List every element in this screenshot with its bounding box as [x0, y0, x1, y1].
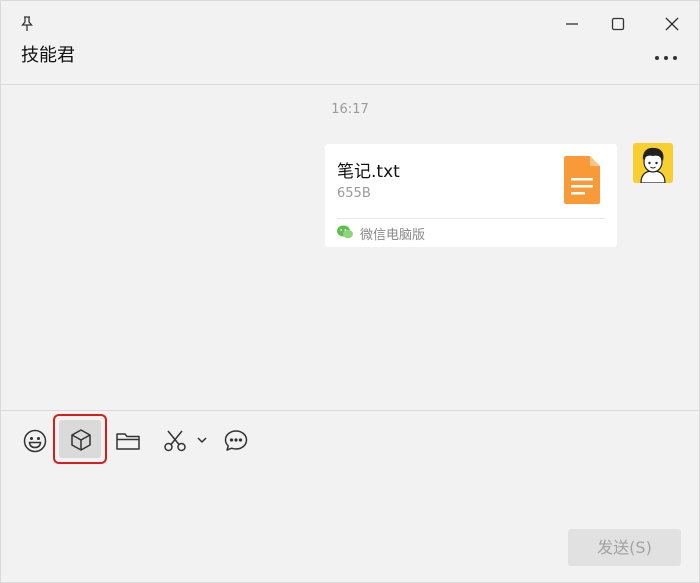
card-divider: [337, 218, 605, 219]
chat-history-icon[interactable]: [222, 427, 250, 455]
pin-icon[interactable]: [18, 15, 36, 33]
minimize-icon[interactable]: [561, 13, 583, 35]
avatar[interactable]: [633, 143, 673, 183]
message-timestamp: 16:17: [331, 102, 369, 117]
chat-window: 技能君 16:17 笔记.txt 655B 微信电脑版 发送(S): [0, 0, 700, 583]
more-icon[interactable]: [653, 51, 679, 65]
file-message-card[interactable]: 笔记.txt 655B 微信电脑版: [325, 144, 617, 247]
screenshot-icon[interactable]: [161, 427, 189, 455]
folder-icon[interactable]: [114, 427, 142, 455]
message-input[interactable]: [1, 471, 699, 521]
send-button[interactable]: 发送(S): [568, 529, 681, 566]
favorites-icon[interactable]: [67, 426, 95, 454]
maximize-icon[interactable]: [607, 13, 629, 35]
text-file-icon: [564, 156, 600, 204]
file-source: 微信电脑版: [360, 228, 426, 243]
chat-header: 技能君: [1, 1, 699, 85]
message-list: 16:17 笔记.txt 655B 微信电脑版: [1, 86, 699, 410]
close-icon[interactable]: [661, 13, 683, 35]
wechat-icon: [337, 225, 353, 239]
file-size: 655B: [337, 186, 371, 201]
chevron-down-icon[interactable]: [195, 433, 209, 447]
compose-toolbar: [1, 411, 699, 471]
emoji-icon[interactable]: [21, 427, 49, 455]
page-title: 技能君: [21, 45, 75, 66]
file-name: 笔记.txt: [337, 162, 400, 182]
